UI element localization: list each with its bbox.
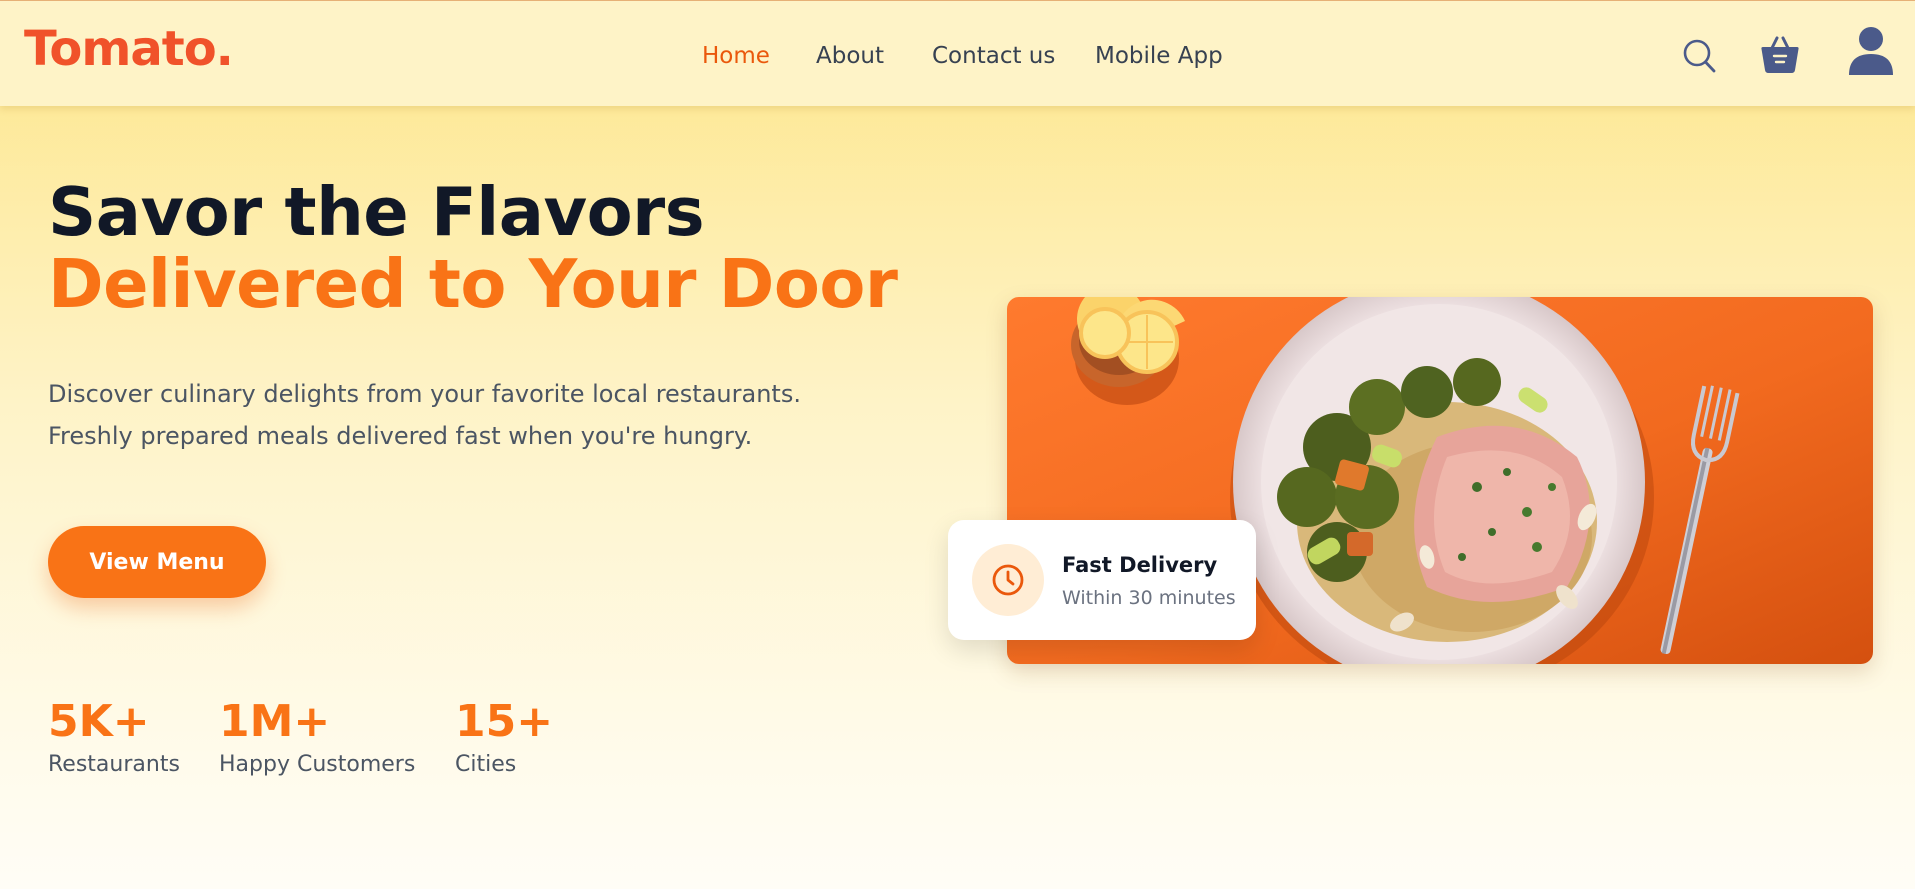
nav-link-mobile-app[interactable]: Mobile App <box>1095 43 1223 69</box>
stat-label: Cities <box>455 752 517 777</box>
fast-delivery-card: Fast Delivery Within 30 minutes <box>948 520 1256 640</box>
stat-value: 15+ <box>455 696 554 747</box>
hero-title-line1: Savor the Flavors <box>48 173 705 251</box>
navbar: Tomato. Home About Contact us Mobile App <box>0 1 1915 106</box>
stat-cities: 15+ Cities <box>455 696 553 782</box>
profile-icon[interactable] <box>1848 25 1894 77</box>
hero-title-line2: Delivered to Your Door <box>48 245 898 323</box>
nav-link-home[interactable]: Home <box>702 43 770 69</box>
stat-label: Happy Customers <box>219 752 416 777</box>
clock-icon <box>972 544 1044 616</box>
logo[interactable]: Tomato. <box>24 21 234 77</box>
basket-icon[interactable] <box>1760 34 1800 76</box>
hero-title: Savor the Flavors Delivered to Your Door <box>48 173 898 323</box>
hero-description-line1: Discover culinary delights from your fav… <box>48 380 801 408</box>
card-subtitle: Within 30 minutes <box>1062 587 1236 609</box>
nav-link-contact[interactable]: Contact us <box>932 43 1055 69</box>
card-title: Fast Delivery <box>1062 553 1218 577</box>
nav-link-about[interactable]: About <box>816 43 884 69</box>
hero-description-line2: Freshly prepared meals delivered fast wh… <box>48 422 753 450</box>
stat-restaurants: 5K+ Restaurants <box>48 696 180 782</box>
stat-value: 1M+ <box>219 696 331 747</box>
stat-customers: 1M+ Happy Customers <box>219 696 415 782</box>
stat-value: 5K+ <box>48 696 150 747</box>
hero-description: Discover culinary delights from your fav… <box>48 373 848 457</box>
view-menu-button[interactable]: View Menu <box>48 526 266 598</box>
stat-label: Restaurants <box>48 752 180 777</box>
search-icon[interactable] <box>1682 36 1718 76</box>
